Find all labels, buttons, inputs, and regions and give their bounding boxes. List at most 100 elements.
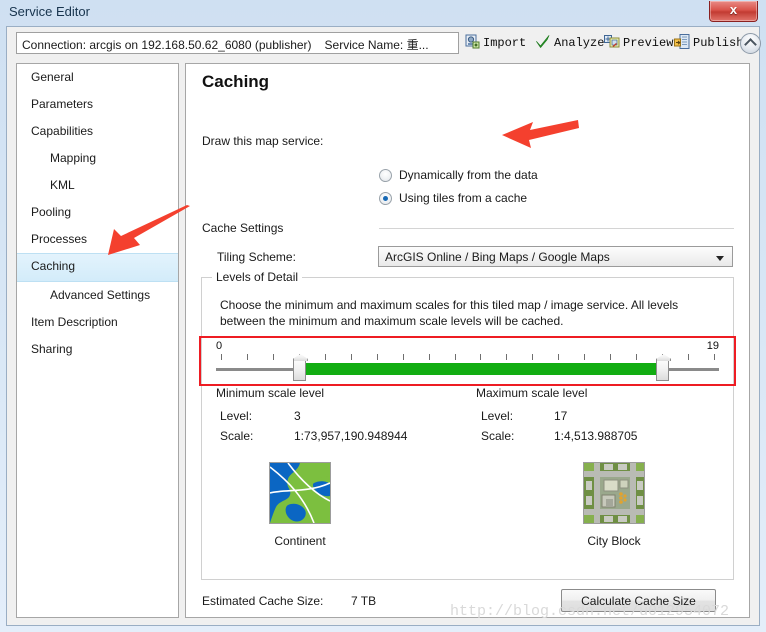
connection-text: Connection: arcgis on 192.168.50.62_6080… xyxy=(22,38,312,52)
slider-handle-min[interactable] xyxy=(292,359,306,381)
slider-tick xyxy=(610,354,612,360)
radio-label: Using tiles from a cache xyxy=(399,191,528,205)
estimated-cache-size-label: Estimated Cache Size: xyxy=(202,594,324,608)
sidebar-item-label: Parameters xyxy=(31,97,94,111)
minimum-scale-caption: Minimum scale level xyxy=(216,386,325,400)
close-icon: x xyxy=(729,2,738,17)
publish-icon xyxy=(674,34,690,52)
chevron-glyph xyxy=(744,38,757,51)
sidebar-item-general[interactable]: General xyxy=(17,64,178,91)
slider-tick xyxy=(480,354,482,360)
sidebar-item-capabilities[interactable]: Capabilities xyxy=(17,118,178,145)
import-icon xyxy=(465,34,480,52)
analyze-label: Analyze xyxy=(554,36,605,50)
close-button[interactable]: x xyxy=(709,1,758,22)
cache-settings-label: Cache Settings xyxy=(202,221,284,235)
connection-field[interactable]: Connection: arcgis on 192.168.50.62_6080… xyxy=(16,32,459,54)
continent-thumbnail xyxy=(269,462,331,524)
sidebar-item-mapping[interactable]: Mapping xyxy=(17,145,178,172)
levels-of-detail-legend: Levels of Detail xyxy=(212,270,303,284)
calculate-cache-size-label: Calculate Cache Size xyxy=(581,594,696,608)
radio-using-tiles-from-cache[interactable]: Using tiles from a cache xyxy=(379,191,527,205)
tiling-scheme-label: Tiling Scheme: xyxy=(217,250,296,264)
slider-tick xyxy=(324,354,326,360)
slider-tick xyxy=(506,354,508,360)
publish-button[interactable]: Publish xyxy=(674,33,743,53)
sidebar-item-label: Pooling xyxy=(31,205,72,219)
max-level-key: Level: xyxy=(481,409,514,423)
sidebar-item-pooling[interactable]: Pooling xyxy=(17,199,178,226)
slider-tick xyxy=(428,354,430,360)
sidebar-item-kml[interactable]: KML xyxy=(17,172,178,199)
levels-of-detail-description: Choose the minimum and maximum scales fo… xyxy=(220,298,679,328)
content-panel: Caching Draw this map service: Dynamical… xyxy=(185,63,750,618)
client-area: Connection: arcgis on 192.168.50.62_6080… xyxy=(6,26,761,626)
min-scale-key: Scale: xyxy=(220,429,254,443)
radio-icon xyxy=(379,191,392,205)
radio-dynamically-from-data[interactable]: Dynamically from the data xyxy=(379,168,538,182)
slider-max-label: 19 xyxy=(706,340,719,352)
checkmark-icon xyxy=(535,34,551,52)
slider-tick xyxy=(350,354,352,360)
preview-icon xyxy=(604,34,620,52)
min-level-value: 3 xyxy=(294,409,301,423)
levels-range-slider[interactable]: 0 19 xyxy=(216,340,719,382)
slider-tick xyxy=(221,354,222,360)
slider-tick xyxy=(402,354,404,360)
slider-handle-max[interactable] xyxy=(656,359,670,381)
calculate-cache-size-button[interactable]: Calculate Cache Size xyxy=(561,589,716,612)
service-name-text: Service Name: 重... xyxy=(324,38,429,52)
radio-icon xyxy=(379,168,392,182)
publish-label: Publish xyxy=(693,36,744,50)
slider-tick xyxy=(688,354,690,360)
toolbar: Connection: arcgis on 192.168.50.62_6080… xyxy=(7,27,761,59)
draw-service-label: Draw this map service: xyxy=(202,134,324,148)
sidebar-item-sharing[interactable]: Sharing xyxy=(17,336,178,363)
sidebar-item-item-description[interactable]: Item Description xyxy=(17,309,178,336)
maximum-scale-caption: Maximum scale level xyxy=(476,386,588,400)
sidebar-item-label: Capabilities xyxy=(31,124,94,138)
slider-tick xyxy=(714,354,715,360)
slider-ticks xyxy=(216,354,719,360)
sidebar-item-parameters[interactable]: Parameters xyxy=(17,91,178,118)
slider-tick xyxy=(454,354,456,360)
sidebar-item-label: Caching xyxy=(31,259,76,273)
preview-button[interactable]: Preview xyxy=(604,33,673,53)
sidebar-item-caching[interactable]: Caching xyxy=(17,253,178,282)
sidebar-item-processes[interactable]: Processes xyxy=(17,226,178,253)
sidebar-item-label: Sharing xyxy=(31,342,73,356)
slider-tick xyxy=(532,354,534,360)
import-label: Import xyxy=(483,36,527,50)
page-title: Caching xyxy=(202,72,270,91)
city-block-caption: City Block xyxy=(587,534,641,548)
tiling-scheme-select[interactable]: ArcGIS Online / Bing Maps / Google Maps xyxy=(378,246,733,267)
preview-label: Preview xyxy=(623,36,674,50)
window-titlebar: Service Editor x xyxy=(0,0,766,26)
tiling-scheme-value: ArcGIS Online / Bing Maps / Google Maps xyxy=(385,250,610,264)
section-divider xyxy=(379,228,734,229)
slider-tick xyxy=(246,354,248,360)
max-scale-value: 1:4,513.988705 xyxy=(554,429,638,443)
import-button[interactable]: Import xyxy=(465,33,526,53)
continent-caption: Continent xyxy=(274,534,326,548)
chevron-down-icon xyxy=(716,256,724,261)
service-editor-window: Service Editor x Connection: arcgis on 1… xyxy=(0,0,766,632)
radio-label: Dynamically from the data xyxy=(399,168,538,182)
analyze-button[interactable]: Analyze xyxy=(535,33,604,53)
sidebar-item-label: Mapping xyxy=(50,151,97,165)
slider-active-range xyxy=(298,363,663,375)
slider-tick xyxy=(636,354,638,360)
slider-tick xyxy=(584,354,586,360)
chevron-up-icon[interactable] xyxy=(740,33,761,54)
sidebar-item-label: KML xyxy=(50,178,75,192)
max-level-value: 17 xyxy=(554,409,568,423)
slider-tick xyxy=(272,354,274,360)
sidebar-item-label: Processes xyxy=(31,232,88,246)
slider-tick xyxy=(376,354,378,360)
sidebar-item-label: General xyxy=(31,70,74,84)
estimated-cache-size-value: 7 TB xyxy=(351,594,377,608)
max-scale-key: Scale: xyxy=(481,429,515,443)
sidebar-item-advanced-settings[interactable]: Advanced Settings xyxy=(17,282,178,309)
sidebar-item-label: Item Description xyxy=(31,315,118,329)
sidebar-item-label: Advanced Settings xyxy=(50,288,151,302)
